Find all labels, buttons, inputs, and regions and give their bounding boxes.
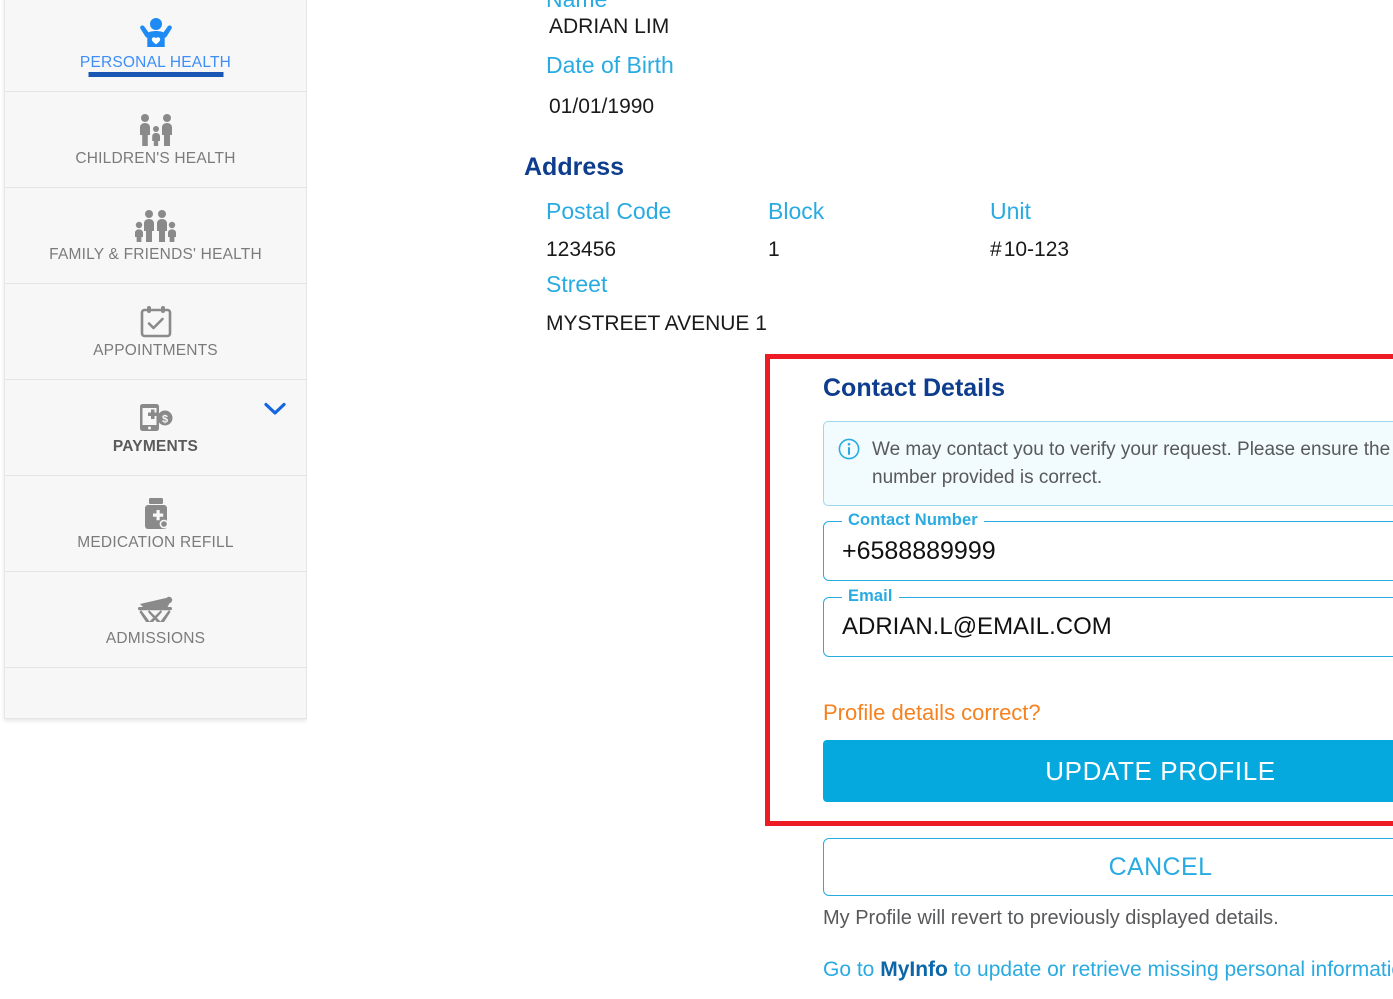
street-label: Street	[546, 271, 608, 297]
block-group: Block 1	[768, 198, 825, 261]
unit-number: 10-123	[1003, 238, 1070, 261]
unit-hash-symbol: #	[990, 238, 1004, 261]
sidebar-item-label: PAYMENTS	[112, 437, 199, 455]
myinfo-help-line: Go to MyInfo to update or retrieve missi…	[823, 958, 1393, 982]
two-adults-child-icon	[136, 112, 176, 148]
calendar-check-icon	[139, 304, 173, 340]
contact-info-text: We may contact you to verify your reques…	[872, 439, 1393, 488]
active-indicator-bar	[88, 72, 223, 77]
sidebar-item-childrens-health[interactable]: CHILDREN'S HEALTH	[5, 92, 306, 188]
postal-code-value: 123456	[546, 238, 617, 261]
sidebar-item-label: CHILDREN'S HEALTH	[75, 149, 236, 167]
email-input[interactable]	[824, 613, 1393, 642]
sidebar-item-label: MEDICATION REFILL	[77, 533, 234, 551]
myinfo-link[interactable]: MyInfo	[880, 958, 948, 981]
profile-details-prompt: Profile details correct?	[823, 700, 1041, 726]
sidebar-item-payments[interactable]: $ PAYMENTS	[5, 380, 306, 476]
unit-group: Unit #10-123	[990, 198, 1069, 261]
email-label: Email	[842, 587, 899, 607]
contact-number-field[interactable]: Contact Number	[823, 511, 1393, 582]
info-circle-icon	[838, 438, 860, 465]
email-field[interactable]: Email	[823, 587, 1393, 658]
sidebar-item-label: APPOINTMENTS	[93, 341, 218, 359]
sidebar-item-label: FAMILY & FRIENDS' HEALTH	[49, 245, 262, 263]
revert-note-text: My Profile will revert to previously dis…	[823, 907, 1279, 929]
sidebar-item-admissions[interactable]: ADMISSIONS	[5, 572, 306, 668]
update-profile-button[interactable]: UPDATE PROFILE	[823, 740, 1393, 803]
sidebar-footer-spacer	[5, 668, 306, 718]
name-label: Name	[546, 0, 607, 11]
block-value: 1	[768, 238, 780, 261]
contact-details-heading: Contact Details	[823, 374, 1005, 402]
chevron-down-icon[interactable]	[264, 402, 286, 421]
profile-page: PERSONAL HEALTH CHILDREN'S HEALTH FAMILY…	[0, 0, 1393, 999]
hospital-bed-icon	[136, 592, 176, 628]
contact-number-input[interactable]	[824, 536, 1393, 566]
name-field-group: Name ADRIAN LIM	[546, 0, 669, 37]
medicine-bottle-icon	[141, 496, 171, 532]
main-content: Name ADRIAN LIM Date of Birth 01/01/1990…	[307, 0, 1393, 999]
street-value: MYSTREET AVENUE 1	[546, 312, 767, 335]
unit-value: #10-123	[990, 239, 1069, 260]
postal-code-label: Postal Code	[546, 198, 672, 224]
left-sidebar-nav: PERSONAL HEALTH CHILDREN'S HEALTH FAMILY…	[4, 0, 307, 719]
postal-code-group: Postal Code 123456	[546, 198, 672, 261]
block-label: Block	[768, 198, 825, 224]
date-of-birth-value: 01/01/1990	[549, 95, 655, 118]
sidebar-item-label: ADMISSIONS	[105, 629, 206, 647]
form-footer-actions: CANCEL My Profile will revert to previou…	[823, 838, 1393, 982]
family-group-icon	[133, 208, 179, 244]
address-heading: Address	[524, 153, 625, 181]
cancel-button[interactable]: CANCEL	[823, 838, 1393, 896]
contact-number-label: Contact Number	[842, 511, 984, 531]
myinfo-suffix-text: to update or retrieve missing personal i…	[947, 958, 1393, 981]
street-group: Street MYSTREET AVENUE 1	[546, 271, 767, 335]
unit-label: Unit	[990, 198, 1031, 224]
svg-text:$: $	[161, 413, 167, 425]
date-of-birth-label: Date of Birth	[546, 52, 674, 78]
name-value: ADRIAN LIM	[549, 15, 670, 38]
sidebar-item-medication-refill[interactable]: MEDICATION REFILL	[5, 476, 306, 572]
person-raised-arms-heart-icon	[139, 16, 173, 52]
sidebar-item-personal-health[interactable]: PERSONAL HEALTH	[5, 0, 306, 92]
contact-info-banner: We may contact you to verify your reques…	[823, 421, 1393, 507]
myinfo-prefix-text: Go to	[823, 958, 881, 981]
sidebar-item-family-friends-health[interactable]: FAMILY & FRIENDS' HEALTH	[5, 188, 306, 284]
sidebar-item-appointments[interactable]: APPOINTMENTS	[5, 284, 306, 380]
mobile-payment-icon: $	[138, 400, 174, 436]
contact-details-section: Contact Details We may contact you to ve…	[823, 374, 1393, 803]
sidebar-item-label: PERSONAL HEALTH	[79, 53, 232, 71]
